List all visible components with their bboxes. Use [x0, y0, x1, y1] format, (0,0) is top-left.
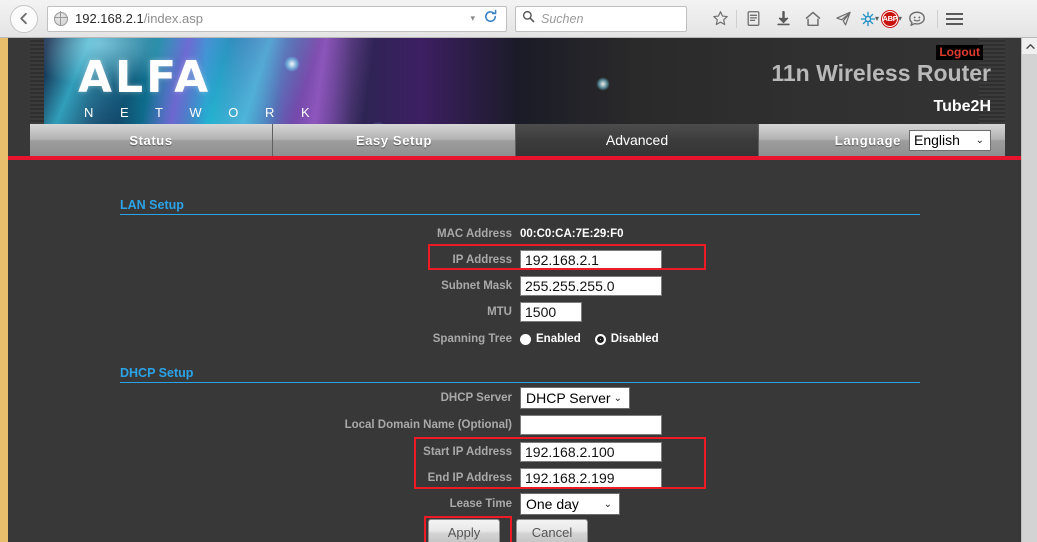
router-model-title: 11n Wireless Router [771, 60, 991, 86]
mtu-label: MTU [487, 306, 512, 318]
local-domain-label: Local Domain Name (Optional) [344, 419, 512, 431]
home-icon[interactable] [798, 4, 828, 34]
spanning-tree-disabled-label: Disabled [610, 333, 659, 345]
tab-easy-setup[interactable]: Easy Setup [273, 124, 516, 156]
browser-toolbar: 192.168.2.1/index.asp ▾ Suchen ▾ ABP ▾ [0, 0, 1037, 38]
site-identity-globe-icon [53, 11, 68, 26]
tab-advanced[interactable]: Advanced [516, 124, 759, 156]
spanning-tree-disabled-option[interactable]: Disabled [594, 333, 659, 345]
row-form-actions: Apply Cancel [8, 519, 1021, 542]
site-banner: ALFA N E T W O R K Logout 11n Wireless R… [30, 38, 1005, 124]
row-mac-address: MAC Address 00:C0:CA:7E:29:F0 [8, 222, 1021, 246]
ip-address-label: IP Address [452, 254, 512, 266]
lease-time-select-value: One day [526, 496, 579, 512]
subnet-mask-input[interactable]: 255.255.255.0 [520, 276, 662, 296]
chat-smiley-icon[interactable] [902, 4, 932, 34]
dhcp-server-select[interactable]: DHCP Server ⌄ [520, 387, 630, 409]
lan-setup-heading: LAN Setup [120, 198, 920, 215]
logout-button[interactable]: Logout [936, 45, 983, 60]
lease-time-label: Lease Time [449, 498, 512, 510]
tab-status[interactable]: Status [30, 124, 273, 156]
row-dhcp-server: DHCP Server DHCP Server ⌄ [8, 386, 1021, 410]
router-admin-page: ALFA N E T W O R K Logout 11n Wireless R… [8, 38, 1021, 542]
brand-name: ALFA [78, 52, 212, 103]
start-ip-input[interactable]: 192.168.2.100 [520, 442, 662, 462]
advanced-settings-form: LAN Setup MAC Address 00:C0:CA:7E:29:F0 … [8, 160, 1021, 542]
spanning-tree-enabled-label: Enabled [536, 333, 581, 345]
language-select[interactable]: English ⌄ [909, 129, 991, 151]
row-local-domain: Local Domain Name (Optional) [8, 413, 1021, 437]
back-button[interactable] [10, 4, 38, 33]
address-bar[interactable]: 192.168.2.1/index.asp ▾ [47, 5, 507, 32]
reload-icon[interactable] [483, 9, 498, 28]
bookmark-star-icon[interactable] [705, 4, 735, 34]
lease-time-select[interactable]: One day ⌄ [520, 493, 620, 515]
spanning-tree-enabled-option[interactable]: Enabled [520, 333, 581, 345]
row-lease-time: Lease Time One day ⌄ [8, 492, 1021, 516]
url-path: /index.asp [143, 11, 203, 26]
url-host: 192.168.2.1 [75, 11, 144, 26]
main-navigation: Status Easy Setup Advanced Language Engl… [30, 124, 1005, 156]
language-selector-cell: Language English ⌄ [759, 124, 1005, 156]
dhcp-setup-heading: DHCP Setup [120, 366, 920, 383]
dhcp-server-label: DHCP Server [440, 392, 512, 404]
row-end-ip: End IP Address 192.168.2.199 [8, 466, 1021, 490]
mac-address-label: MAC Address [437, 228, 512, 240]
row-mtu: MTU 1500 [8, 300, 1021, 324]
chevron-down-icon: ⌄ [975, 134, 984, 146]
search-placeholder: Suchen [541, 11, 584, 26]
ip-address-input[interactable]: 192.168.2.1 [520, 250, 662, 270]
radio-selected-icon[interactable] [594, 333, 606, 345]
device-name: Tube2H [933, 98, 991, 115]
scroll-up-button[interactable] [1022, 38, 1037, 54]
subnet-mask-label: Subnet Mask [441, 280, 512, 292]
toolbar-divider [736, 9, 737, 28]
page-scrollbar[interactable] [1021, 38, 1037, 542]
downloads-icon[interactable] [768, 4, 798, 34]
abp-badge-label: ABP [882, 10, 899, 27]
left-gutter [0, 38, 8, 542]
menu-hamburger-icon[interactable] [939, 4, 969, 34]
toolbar-divider-2 [937, 9, 939, 28]
end-ip-input[interactable]: 192.168.2.199 [520, 468, 662, 488]
chevron-down-icon[interactable]: ▾ [470, 13, 475, 24]
brand-subtitle: N E T W O R K [84, 105, 322, 120]
search-icon [522, 10, 535, 28]
start-ip-label: Start IP Address [423, 446, 512, 458]
search-box[interactable]: Suchen [515, 5, 687, 32]
row-start-ip: Start IP Address 192.168.2.100 [8, 440, 1021, 464]
apply-button[interactable]: Apply [428, 519, 500, 542]
spanning-tree-radio-group: Enabled Disabled [520, 333, 659, 345]
chevron-down-icon: ⌄ [603, 498, 612, 510]
dhcp-server-select-value: DHCP Server [526, 390, 611, 406]
reading-list-icon[interactable] [738, 4, 768, 34]
radio-icon[interactable] [520, 333, 531, 345]
page-viewport: ALFA N E T W O R K Logout 11n Wireless R… [0, 38, 1037, 542]
spanning-tree-label: Spanning Tree [432, 333, 512, 345]
mtu-input[interactable]: 1500 [520, 302, 582, 322]
end-ip-label: End IP Address [427, 472, 512, 484]
mac-address-value: 00:C0:CA:7E:29:F0 [520, 228, 624, 240]
row-ip-address: IP Address 192.168.2.1 [8, 248, 1021, 272]
row-spanning-tree: Spanning Tree Enabled Disabled [8, 327, 1021, 351]
row-subnet-mask: Subnet Mask 255.255.255.0 [8, 274, 1021, 298]
chevron-down-icon: ⌄ [613, 392, 622, 404]
cancel-button[interactable]: Cancel [516, 519, 588, 542]
address-bar-text: 192.168.2.1/index.asp [75, 11, 203, 26]
pocket-send-icon[interactable] [828, 4, 858, 34]
language-select-value: English [914, 132, 960, 148]
alfa-network-logo: ALFA N E T W O R K [78, 52, 322, 121]
language-label: Language [834, 132, 901, 148]
banner-texture-left [30, 38, 44, 124]
local-domain-input[interactable] [520, 415, 662, 435]
